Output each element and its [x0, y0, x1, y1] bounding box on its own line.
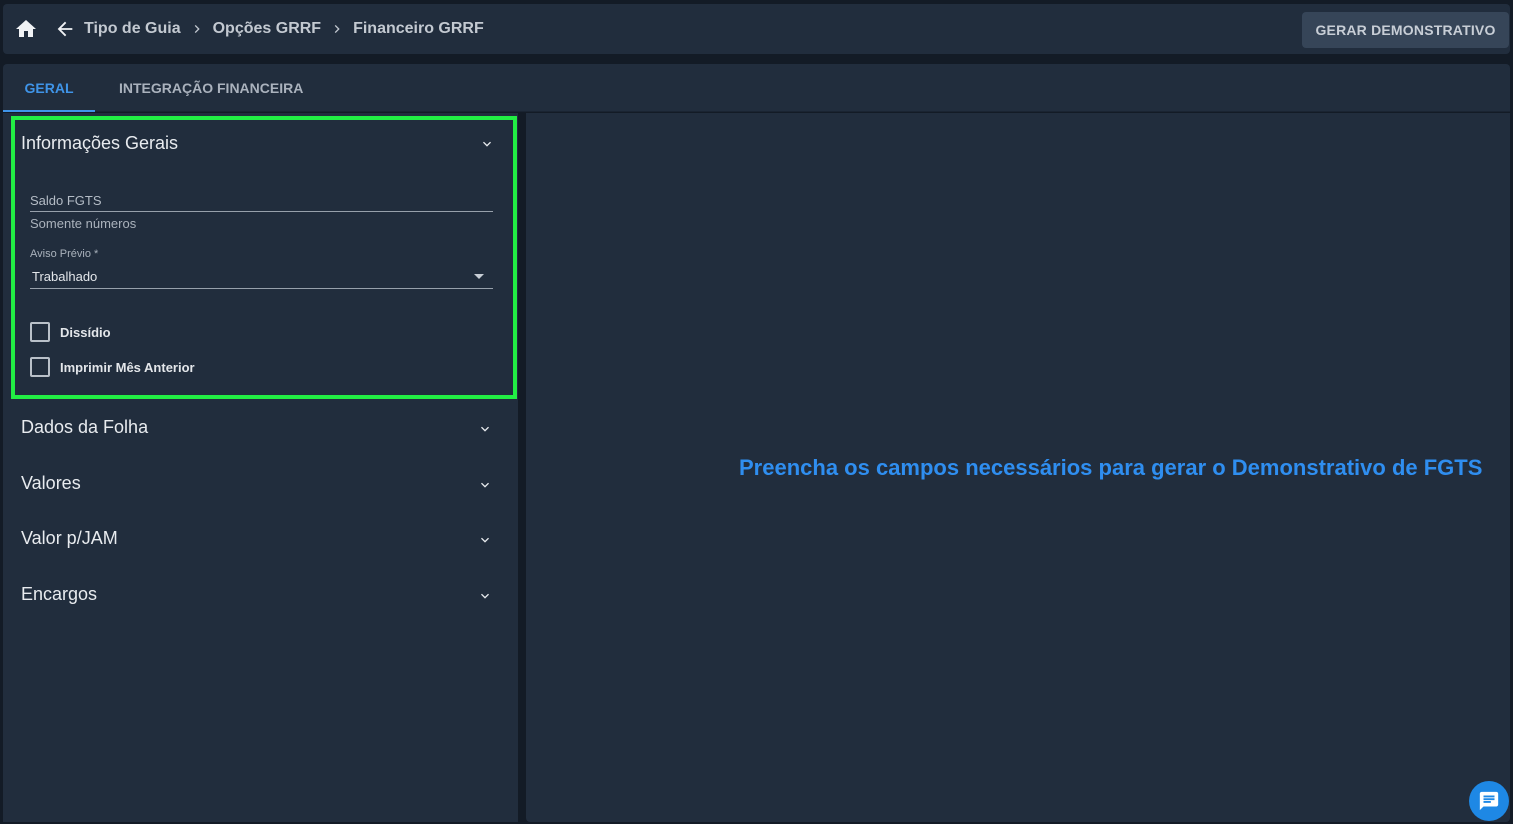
home-icon[interactable] — [13, 17, 39, 41]
tab-geral[interactable]: GERAL — [3, 64, 95, 112]
breadcrumb: Tipo de Guia Opções GRRF Financeiro GRRF — [84, 4, 484, 54]
tab-geral-label: GERAL — [24, 80, 74, 96]
tabs-bar: GERAL INTEGRAÇÃO FINANCEIRA — [3, 64, 1510, 112]
aviso-previo-underline — [30, 288, 493, 289]
dissidio-label[interactable]: Dissídio — [60, 325, 111, 340]
chevron-down-icon[interactable] — [477, 532, 493, 548]
top-bar: Tipo de Guia Opções GRRF Financeiro GRRF… — [3, 4, 1510, 54]
section-informacoes-gerais: Informações Gerais Saldo FGTS Somente nú… — [11, 116, 517, 399]
section-encargos[interactable]: Encargos — [21, 584, 97, 605]
chevron-right-icon — [194, 25, 200, 33]
active-tab-indicator — [3, 110, 95, 112]
section-valores[interactable]: Valores — [21, 473, 81, 494]
section-valor-jam[interactable]: Valor p/JAM — [21, 528, 118, 549]
dissidio-checkbox[interactable] — [30, 322, 50, 342]
imprimir-mes-anterior-label[interactable]: Imprimir Mês Anterior — [60, 360, 195, 375]
chevron-down-icon[interactable] — [477, 477, 493, 493]
generate-report-button[interactable]: GERAR DEMONSTRATIVO — [1302, 12, 1509, 48]
section-dados-da-folha[interactable]: Dados da Folha — [21, 417, 148, 438]
breadcrumb-financeiro-grrf[interactable]: Financeiro GRRF — [353, 20, 484, 38]
saldo-fgts-input[interactable] — [30, 211, 493, 212]
tab-integracao-label: INTEGRAÇÃO FINANCEIRA — [119, 80, 304, 96]
chevron-down-icon[interactable] — [477, 421, 493, 437]
chevron-right-icon — [334, 25, 340, 33]
chat-button[interactable] — [1469, 781, 1509, 821]
back-arrow-icon[interactable] — [53, 18, 77, 40]
breadcrumb-tipo-de-guia[interactable]: Tipo de Guia — [84, 20, 181, 38]
aviso-previo-label: Aviso Prévio * — [30, 248, 99, 260]
saldo-fgts-hint: Somente números — [30, 216, 137, 231]
dropdown-caret-icon[interactable] — [474, 274, 484, 279]
aviso-previo-select[interactable]: Trabalhado — [32, 269, 97, 284]
imprimir-mes-anterior-checkbox[interactable] — [30, 357, 50, 377]
form-panel: Informações Gerais Saldo FGTS Somente nú… — [3, 113, 518, 822]
saldo-fgts-label: Saldo FGTS — [30, 193, 102, 208]
section-title[interactable]: Informações Gerais — [21, 133, 178, 154]
tab-integracao-financeira[interactable]: INTEGRAÇÃO FINANCEIRA — [119, 64, 303, 112]
chat-icon — [1479, 791, 1499, 811]
empty-state-message: Preencha os campos necessários para gera… — [739, 455, 1483, 480]
chevron-down-icon[interactable] — [477, 588, 493, 604]
breadcrumb-opcoes-grrf[interactable]: Opções GRRF — [213, 20, 321, 38]
chevron-up-icon[interactable] — [479, 136, 495, 152]
